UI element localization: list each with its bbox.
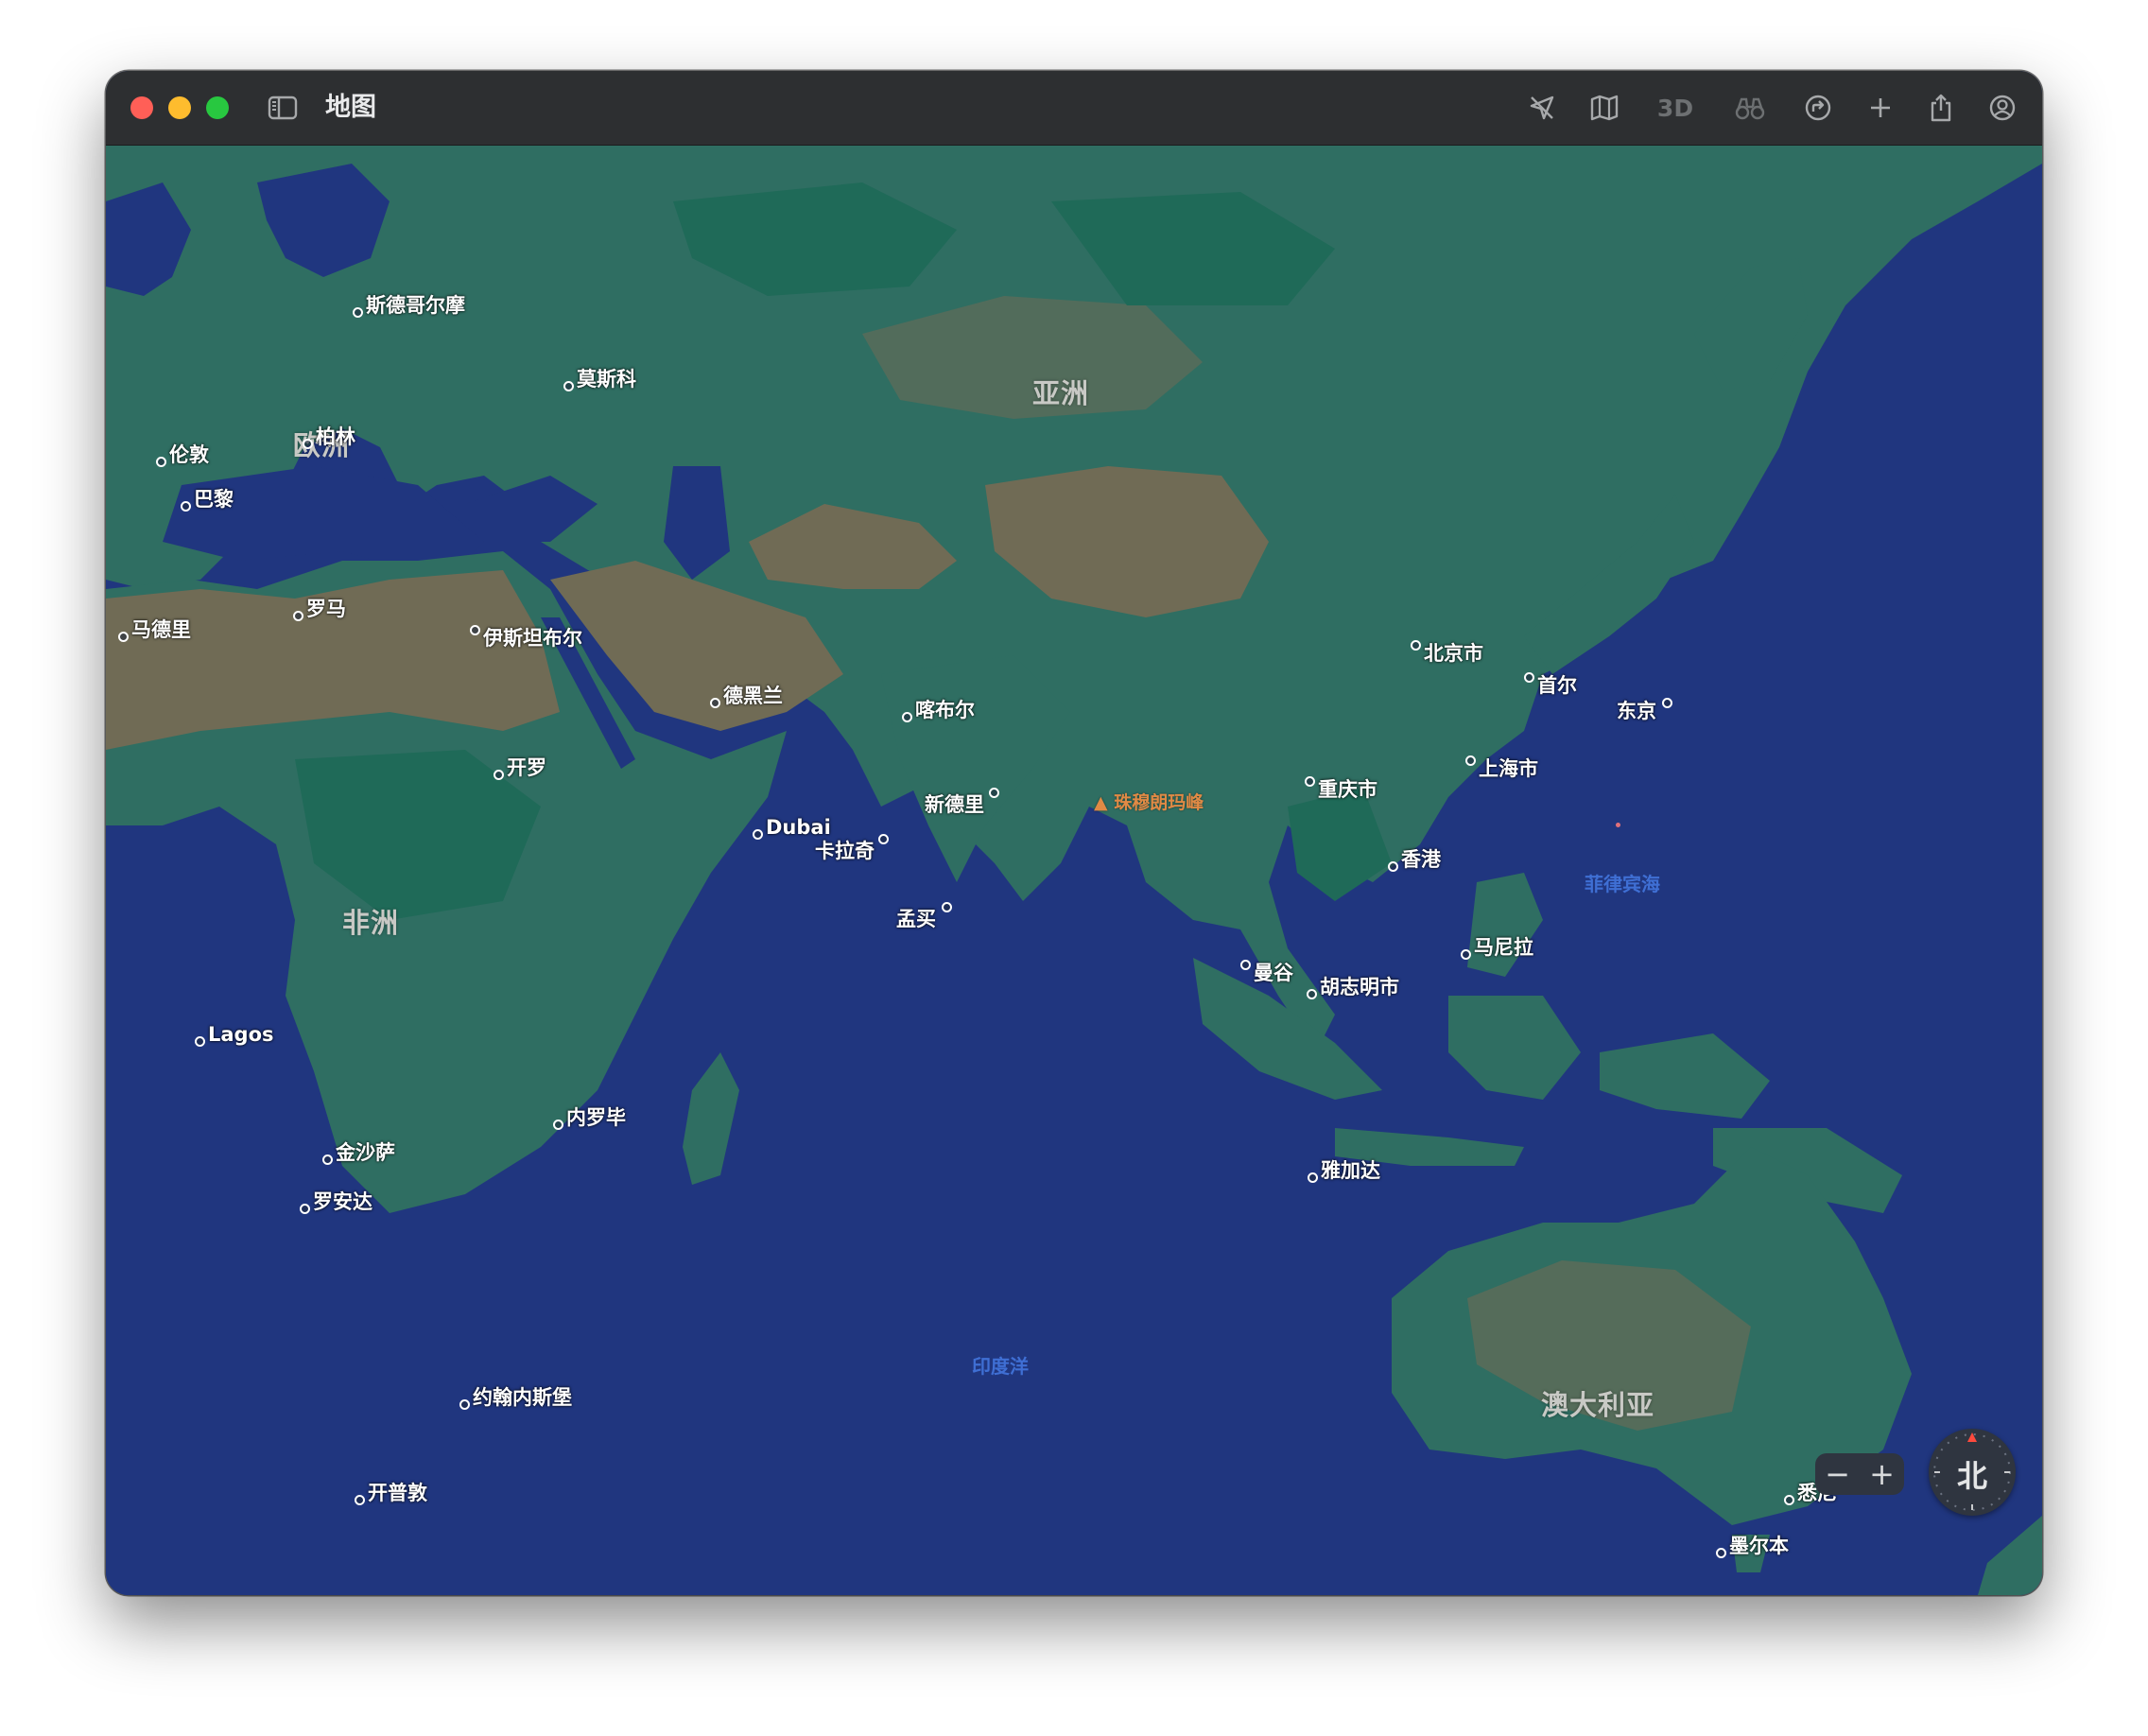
compass-button[interactable]: 北 (1929, 1429, 2016, 1516)
city-label-tehran[interactable]: 德黑兰 (723, 685, 783, 707)
city-label-luanda[interactable]: 罗安达 (313, 1190, 372, 1213)
city-dot-rome[interactable] (293, 611, 303, 621)
sidebar-icon[interactable] (265, 90, 301, 126)
zoom-control: − + (1815, 1453, 1904, 1495)
peak-everest-label[interactable]: ▲ 珠穆朗玛峰 (1094, 789, 1204, 814)
city-dot-ho-chi-minh[interactable] (1307, 989, 1317, 999)
minimize-button[interactable] (168, 96, 191, 119)
city-dot-cairo[interactable] (494, 770, 504, 780)
city-label-berlin[interactable]: 柏林 (316, 425, 355, 448)
app-title: 地图 (325, 93, 376, 122)
city-dot-chongqing[interactable] (1305, 776, 1315, 787)
ocean-philippine: 菲律宾海 (1585, 873, 1660, 895)
city-dot-nairobi[interactable] (553, 1120, 563, 1130)
city-dot-dubai[interactable] (753, 829, 763, 840)
city-dot-lagos[interactable] (195, 1036, 205, 1047)
city-dot-tokyo[interactable] (1662, 698, 1672, 708)
city-dot-berlin[interactable] (303, 439, 313, 449)
city-dot-sydney[interactable] (1784, 1495, 1794, 1505)
close-button[interactable] (130, 96, 153, 119)
city-label-nairobi[interactable]: 内罗毕 (566, 1106, 626, 1129)
zoom-in-button[interactable]: + (1862, 1455, 1903, 1493)
city-dot-luanda[interactable] (300, 1204, 310, 1214)
city-dot-paris[interactable] (181, 501, 191, 512)
city-dot-beijing[interactable] (1411, 640, 1421, 651)
3d-button[interactable]: 3D (1647, 90, 1704, 126)
city-dot-new-delhi[interactable] (989, 788, 999, 798)
city-dot-jakarta[interactable] (1308, 1172, 1318, 1183)
city-label-melbourne[interactable]: 墨尔本 (1729, 1535, 1789, 1557)
map-marker-dot (1616, 823, 1620, 827)
city-label-rome[interactable]: 罗马 (306, 598, 346, 620)
city-label-jakarta[interactable]: 雅加达 (1321, 1159, 1380, 1182)
zoom-window-button[interactable] (206, 96, 229, 119)
directions-icon[interactable] (1800, 90, 1836, 126)
city-dot-istanbul[interactable] (470, 625, 480, 635)
city-dot-shanghai[interactable] (1465, 755, 1476, 766)
city-label-moscow[interactable]: 莫斯科 (577, 368, 636, 391)
city-dot-johannesburg[interactable] (459, 1399, 470, 1410)
city-label-lagos[interactable]: Lagos (208, 1023, 274, 1046)
city-label-hong-kong[interactable]: 香港 (1401, 848, 1441, 871)
city-label-karachi[interactable]: 卡拉奇 (815, 840, 875, 862)
city-dot-moscow[interactable] (563, 381, 574, 391)
city-label-manila[interactable]: 马尼拉 (1474, 936, 1533, 959)
city-dot-tehran[interactable] (710, 698, 720, 708)
city-label-new-delhi[interactable]: 新德里 (925, 793, 984, 816)
share-icon[interactable] (1923, 90, 1959, 126)
city-label-kabul[interactable]: 喀布尔 (915, 699, 975, 721)
city-label-mumbai[interactable]: 孟买 (896, 908, 936, 930)
city-dot-stockholm[interactable] (353, 307, 363, 318)
map-canvas[interactable]: 亚洲 欧洲 非洲 澳大利亚 印度洋 菲律宾海 ▲ 珠穆朗玛峰 斯德哥尔摩 莫斯科… (106, 145, 2042, 1595)
city-dot-melbourne[interactable] (1716, 1548, 1726, 1558)
city-label-dubai[interactable]: Dubai (766, 816, 831, 839)
location-arrow-icon[interactable] (1524, 90, 1560, 126)
city-label-kinshasa[interactable]: 金沙萨 (336, 1141, 395, 1164)
account-icon[interactable] (1984, 90, 2020, 126)
map-basemap (106, 145, 2042, 1595)
city-label-bangkok[interactable]: 曼谷 (1254, 962, 1293, 984)
city-label-ho-chi-minh[interactable]: 胡志明市 (1320, 976, 1399, 998)
city-label-cape-town[interactable]: 开普敦 (368, 1482, 427, 1504)
city-dot-mumbai[interactable] (942, 902, 952, 912)
city-dot-cape-town[interactable] (355, 1495, 365, 1505)
city-label-beijing[interactable]: 北京市 (1424, 642, 1483, 665)
city-label-tokyo[interactable]: 东京 (1617, 700, 1656, 722)
binoculars-icon[interactable] (1732, 90, 1768, 126)
city-dot-hong-kong[interactable] (1388, 861, 1398, 872)
compass-north-label: 北 (1956, 1458, 1987, 1494)
city-label-paris[interactable]: 巴黎 (194, 488, 234, 511)
plus-icon[interactable] (1862, 90, 1898, 126)
city-label-istanbul[interactable]: 伊斯坦布尔 (483, 627, 582, 650)
peak-everest-name: 珠穆朗玛峰 (1114, 792, 1204, 813)
city-label-london[interactable]: 伦敦 (169, 443, 209, 466)
city-dot-seoul[interactable] (1524, 672, 1534, 683)
continent-asia: 亚洲 (1032, 377, 1090, 409)
city-dot-kabul[interactable] (902, 712, 912, 722)
city-dot-london[interactable] (156, 457, 166, 467)
city-label-johannesburg[interactable]: 约翰内斯堡 (473, 1386, 572, 1409)
city-dot-madrid[interactable] (118, 632, 129, 642)
title-bar: 地图 3D (106, 71, 2042, 146)
city-dot-manila[interactable] (1461, 949, 1471, 960)
city-label-chongqing[interactable]: 重庆市 (1318, 778, 1377, 801)
city-label-seoul[interactable]: 首尔 (1537, 674, 1577, 697)
maps-window: 地图 3D 亚洲 欧洲 非洲 澳大利亚 印度洋 菲律宾海 ▲ 珠穆朗玛峰 斯德哥… (106, 71, 2042, 1595)
zoom-out-button[interactable]: − (1817, 1455, 1859, 1493)
city-label-stockholm[interactable]: 斯德哥尔摩 (366, 294, 465, 317)
city-dot-bangkok[interactable] (1240, 960, 1251, 970)
city-label-shanghai[interactable]: 上海市 (1479, 757, 1538, 780)
continent-africa: 非洲 (342, 907, 400, 939)
city-label-cairo[interactable]: 开罗 (507, 756, 546, 779)
ocean-indian: 印度洋 (972, 1355, 1029, 1378)
peak-triangle-icon: ▲ (1094, 792, 1115, 813)
city-label-madrid[interactable]: 马德里 (131, 618, 191, 641)
city-dot-kinshasa[interactable] (322, 1154, 333, 1165)
continent-australia: 澳大利亚 (1541, 1389, 1655, 1421)
map-icon[interactable] (1586, 90, 1622, 126)
city-dot-karachi[interactable] (878, 834, 889, 844)
